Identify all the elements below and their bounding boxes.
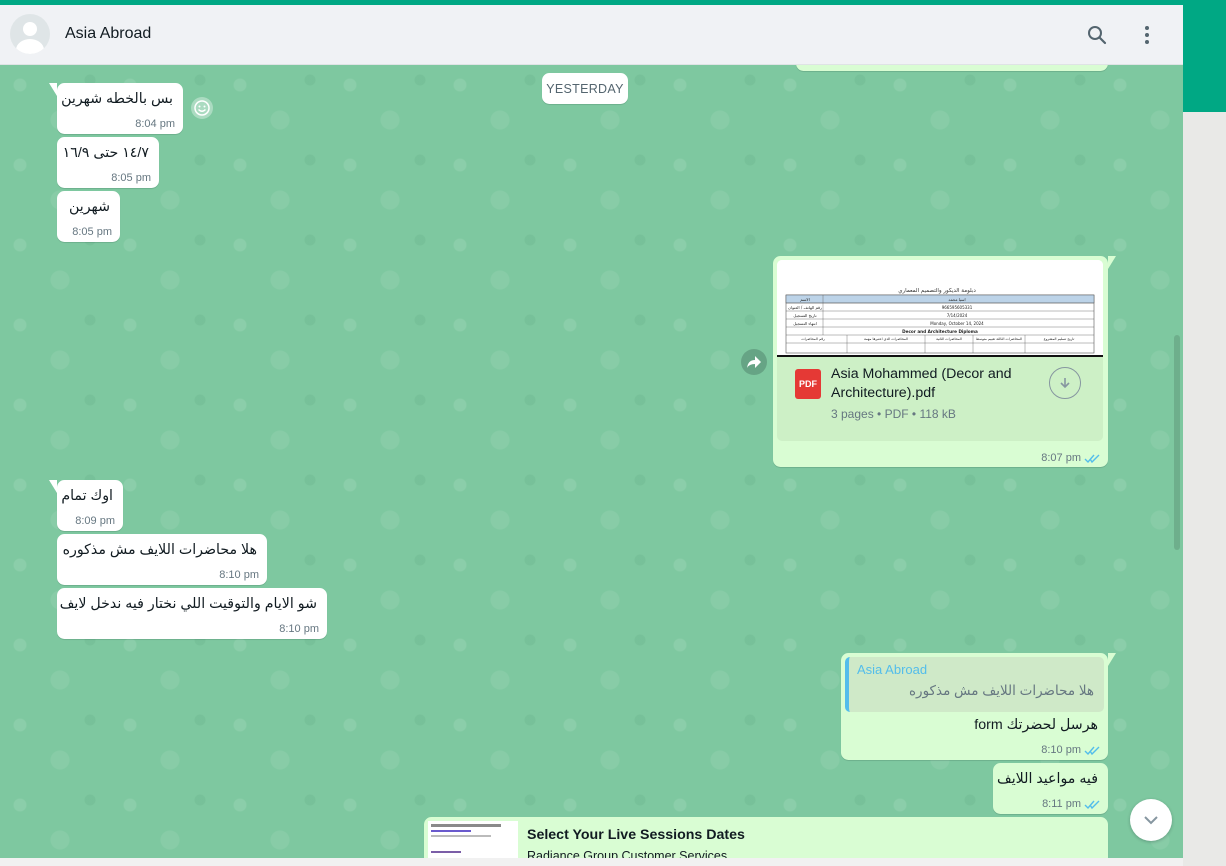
contact-name[interactable]: Asia Abroad — [65, 25, 151, 43]
quoted-message[interactable]: Asia Abroad هلا محاضرات اللايف مش مذكوره — [845, 657, 1104, 712]
menu-icon[interactable] — [1135, 23, 1159, 47]
document-name: Asia Mohammed (Decor and Architecture).p… — [831, 366, 1012, 401]
svg-text:المحاضرات الذي اعتبرها مهمة: المحاضرات الذي اعتبرها مهمة — [864, 337, 908, 341]
message-text: هرسل لحضرتك form — [974, 717, 1098, 733]
link-title: Select Your Live Sessions Dates — [527, 827, 745, 843]
message-bubble[interactable]: فيه مواعيد اللايف 8:11 pm — [993, 763, 1108, 814]
reply-message[interactable]: Asia Abroad هلا محاضرات اللايف مش مذكوره… — [841, 653, 1116, 760]
date-divider: YESTERDAY — [542, 73, 628, 104]
search-icon[interactable] — [1085, 23, 1109, 47]
link-message[interactable]: Select Your Live Sessions Dates Radiance… — [424, 817, 1108, 858]
read-ticks-icon — [1084, 800, 1100, 809]
smiley-icon[interactable] — [191, 97, 213, 119]
document-info[interactable]: PDF Asia Mohammed (Decor and Architectur… — [777, 357, 1103, 441]
message-bubble-cut — [796, 65, 1108, 71]
svg-text:تاريخ التسجيل: تاريخ التسجيل — [793, 313, 816, 318]
svg-text:Decor and Architecture Diploma: Decor and Architecture Diploma — [902, 329, 978, 334]
message-time: 8:07 pm — [1041, 452, 1081, 464]
message-bubble[interactable]: شهرين 8:05 pm — [57, 191, 120, 242]
link-subtitle: Radiance Group Customer Services — [527, 849, 728, 858]
message-bubble[interactable]: اوك تمام 8:09 pm — [49, 480, 123, 531]
message-time: 8:09 pm — [75, 515, 115, 527]
side-panel — [1183, 112, 1226, 866]
message-text: فيه مواعيد اللايف — [997, 771, 1098, 787]
svg-text:انتهاء التسجيل: انتهاء التسجيل — [793, 321, 817, 326]
message-text: ١٤/٧ حتى ١٦/٩ — [62, 145, 149, 161]
document-message[interactable]: دبلومة الديكور والتصميم المعماري الاسم ا… — [773, 256, 1116, 467]
document-thumbnail: دبلومة الديكور والتصميم المعماري الاسم ا… — [777, 260, 1103, 357]
message-time: 8:10 pm — [279, 623, 319, 635]
svg-text:المحاضرات الثالثة تقييم متوسط: المحاضرات الثالثة تقييم متوسط — [976, 337, 1022, 341]
quote-text: هلا محاضرات اللايف مش مذكوره — [908, 683, 1094, 698]
pdf-icon: PDF — [795, 369, 821, 399]
link-thumbnail[interactable] — [428, 821, 518, 858]
quote-author: Asia Abroad — [857, 662, 928, 677]
avatar[interactable] — [10, 14, 50, 54]
svg-text:7/14/2024: 7/14/2024 — [947, 313, 968, 318]
message-text: شهرين — [68, 199, 110, 215]
read-ticks-icon — [1084, 746, 1100, 755]
message-text: اوك تمام — [61, 488, 113, 504]
svg-text:الاسم: الاسم — [800, 297, 809, 302]
message-bubble[interactable]: بس بالخطه شهرين 8:04 pm — [49, 83, 183, 134]
svg-text:رقم المحاضرات: رقم المحاضرات — [801, 337, 825, 341]
horizontal-scrollbar[interactable] — [0, 858, 1183, 866]
svg-text:المحاضرات الثانية: المحاضرات الثانية — [936, 337, 962, 341]
read-ticks-icon — [1084, 454, 1100, 463]
message-time: 8:04 pm — [135, 118, 175, 130]
document-meta: 3 pages • PDF • 118 kB — [831, 407, 956, 421]
svg-text:966595605331: 966595605331 — [942, 305, 973, 310]
chat-header: Asia Abroad — [0, 5, 1183, 65]
svg-text:دبلومة الديكور والتصميم المعما: دبلومة الديكور والتصميم المعماري — [898, 287, 976, 294]
scrollbar-thumb[interactable] — [1174, 335, 1180, 550]
download-icon[interactable] — [1049, 367, 1081, 399]
message-time: 8:10 pm — [1041, 744, 1081, 756]
side-accent — [1183, 0, 1226, 112]
svg-text:اسيا محمد: اسيا محمد — [948, 297, 965, 302]
message-text: شو الايام والتوقيت اللي نختار فيه ندخل ل… — [59, 596, 317, 612]
chat-area: YESTERDAY بس بالخطه شهرين 8:04 pm ١٤/٧ ح… — [0, 65, 1183, 858]
chevron-down-icon[interactable] — [1130, 799, 1172, 841]
svg-text:Monday, October 14, 2024: Monday, October 14, 2024 — [930, 321, 984, 326]
message-time: 8:05 pm — [111, 172, 151, 184]
message-bubble[interactable]: ١٤/٧ حتى ١٦/٩ 8:05 pm — [57, 137, 159, 188]
message-bubble[interactable]: شو الايام والتوقيت اللي نختار فيه ندخل ل… — [57, 588, 327, 639]
svg-text:تاريخ تسليم المشروع: تاريخ تسليم المشروع — [1044, 337, 1075, 341]
message-bubble[interactable]: هلا محاضرات اللايف مش مذكوره 8:10 pm — [57, 534, 267, 585]
message-time: 8:11 pm — [1042, 798, 1081, 810]
svg-text:رقم الهاتف / العنوان: رقم الهاتف / العنوان — [788, 305, 822, 310]
message-time: 8:10 pm — [219, 569, 259, 581]
forward-icon[interactable] — [741, 349, 767, 375]
document-preview[interactable]: دبلومة الديكور والتصميم المعماري الاسم ا… — [777, 260, 1103, 357]
message-text: هلا محاضرات اللايف مش مذكوره — [62, 542, 257, 558]
message-text: بس بالخطه شهرين — [61, 91, 173, 107]
message-time: 8:05 pm — [72, 226, 112, 238]
